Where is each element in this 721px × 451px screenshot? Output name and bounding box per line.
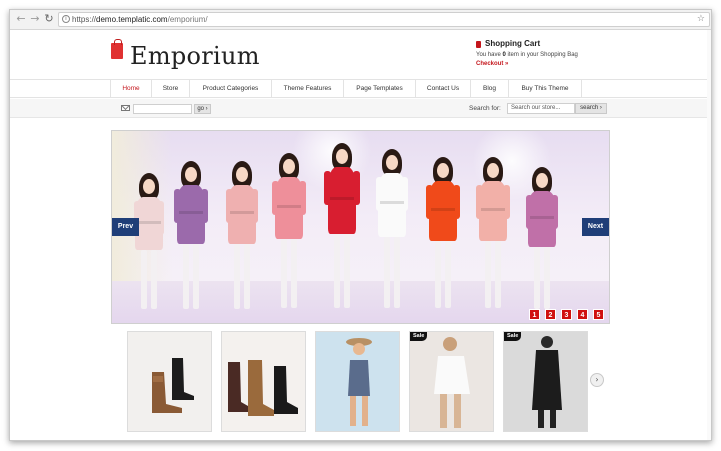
slider-prev-button[interactable]: Prev bbox=[112, 218, 139, 236]
newsletter-input[interactable] bbox=[133, 104, 192, 114]
browser-toolbar: ← → ↻ i https://demo.templatic.com/empor… bbox=[10, 10, 711, 30]
model-figure bbox=[132, 173, 166, 321]
slider-page-3[interactable]: 3 bbox=[561, 309, 572, 320]
hero-slider[interactable]: Prev Next 1 2 3 4 5 bbox=[111, 130, 610, 324]
carousel-next-button[interactable]: › bbox=[590, 373, 604, 387]
checkout-link[interactable]: Checkout » bbox=[476, 61, 508, 67]
menu-item-store[interactable]: Store bbox=[152, 80, 190, 98]
search-input[interactable]: Search our store... bbox=[507, 103, 575, 114]
slider-next-button[interactable]: Next bbox=[582, 218, 609, 236]
model-figure bbox=[322, 143, 362, 321]
bookmark-star-icon[interactable]: ☆ bbox=[697, 13, 705, 26]
arrow-right-icon[interactable]: → bbox=[28, 12, 42, 26]
model-figure bbox=[524, 167, 560, 321]
slider-page-1[interactable]: 1 bbox=[529, 309, 540, 320]
slider-page-5[interactable]: 5 bbox=[593, 309, 604, 320]
main-menu: Home Store Product Categories Theme Feat… bbox=[10, 79, 711, 98]
slider-page-2[interactable]: 2 bbox=[545, 309, 556, 320]
sale-badge: Sale bbox=[410, 332, 428, 341]
model-figure bbox=[474, 157, 512, 321]
menu-item-blog[interactable]: Blog bbox=[471, 80, 509, 98]
search-label: Search for: bbox=[469, 105, 501, 112]
cart-count: 0 bbox=[502, 52, 506, 58]
cart-text-suffix: item in your Shopping Bag bbox=[507, 52, 578, 58]
cart-title[interactable]: Shopping Cart bbox=[485, 39, 540, 48]
page-scrollbar[interactable] bbox=[707, 30, 711, 440]
product-thumbnail-model-1[interactable] bbox=[315, 331, 400, 432]
search-button[interactable]: search › bbox=[575, 103, 607, 114]
sale-badge: Sale bbox=[504, 332, 522, 341]
cart-text-prefix: You have bbox=[476, 52, 501, 58]
cart-icon bbox=[476, 41, 481, 48]
slider-page-4[interactable]: 4 bbox=[577, 309, 588, 320]
shopping-bag-logo-icon[interactable] bbox=[111, 39, 123, 59]
product-thumbnail-model-3[interactable]: Sale bbox=[503, 331, 588, 432]
model-figure bbox=[172, 161, 210, 321]
model-figure bbox=[270, 153, 308, 321]
menu-item-home[interactable]: Home bbox=[110, 80, 152, 98]
boots-image bbox=[128, 332, 211, 431]
url-scheme: https:// bbox=[72, 15, 97, 24]
url-host: demo.templatic.com bbox=[96, 15, 168, 24]
model-image bbox=[316, 332, 399, 431]
site-logo[interactable]: Emporium bbox=[130, 42, 260, 70]
model-figure bbox=[424, 157, 462, 321]
model-figure bbox=[224, 161, 260, 321]
product-thumbnail-boots-1[interactable] bbox=[127, 331, 212, 432]
model-image bbox=[410, 332, 493, 431]
arrow-left-icon[interactable]: ← bbox=[14, 12, 28, 26]
reload-icon[interactable]: ↻ bbox=[42, 12, 56, 26]
utility-bar: go › Search for: Search our store... sea… bbox=[10, 99, 711, 118]
mail-icon bbox=[121, 105, 130, 111]
menu-item-product-categories[interactable]: Product Categories bbox=[190, 80, 272, 98]
product-thumbnail-boots-2[interactable] bbox=[221, 331, 306, 432]
menu-item-page-templates[interactable]: Page Templates bbox=[344, 80, 416, 98]
boots-image bbox=[222, 332, 305, 431]
model-image bbox=[504, 332, 587, 431]
menu-item-contact-us[interactable]: Contact Us bbox=[416, 80, 471, 98]
model-figure bbox=[374, 149, 410, 321]
menu-item-theme-features[interactable]: Theme Features bbox=[272, 80, 344, 98]
address-bar[interactable]: i https://demo.templatic.com/emporium/ ☆ bbox=[58, 12, 710, 27]
menu-item-buy-this-theme[interactable]: Buy This Theme bbox=[509, 80, 582, 98]
product-thumbnail-model-2[interactable]: Sale bbox=[409, 331, 494, 432]
info-icon[interactable]: i bbox=[62, 15, 70, 23]
go-button[interactable]: go › bbox=[194, 104, 211, 114]
url-path: /emporium/ bbox=[167, 15, 208, 24]
cart-summary: You have 0 item in your Shopping Bag bbox=[476, 52, 578, 58]
browser-window: ← → ↻ i https://demo.templatic.com/empor… bbox=[9, 9, 712, 441]
